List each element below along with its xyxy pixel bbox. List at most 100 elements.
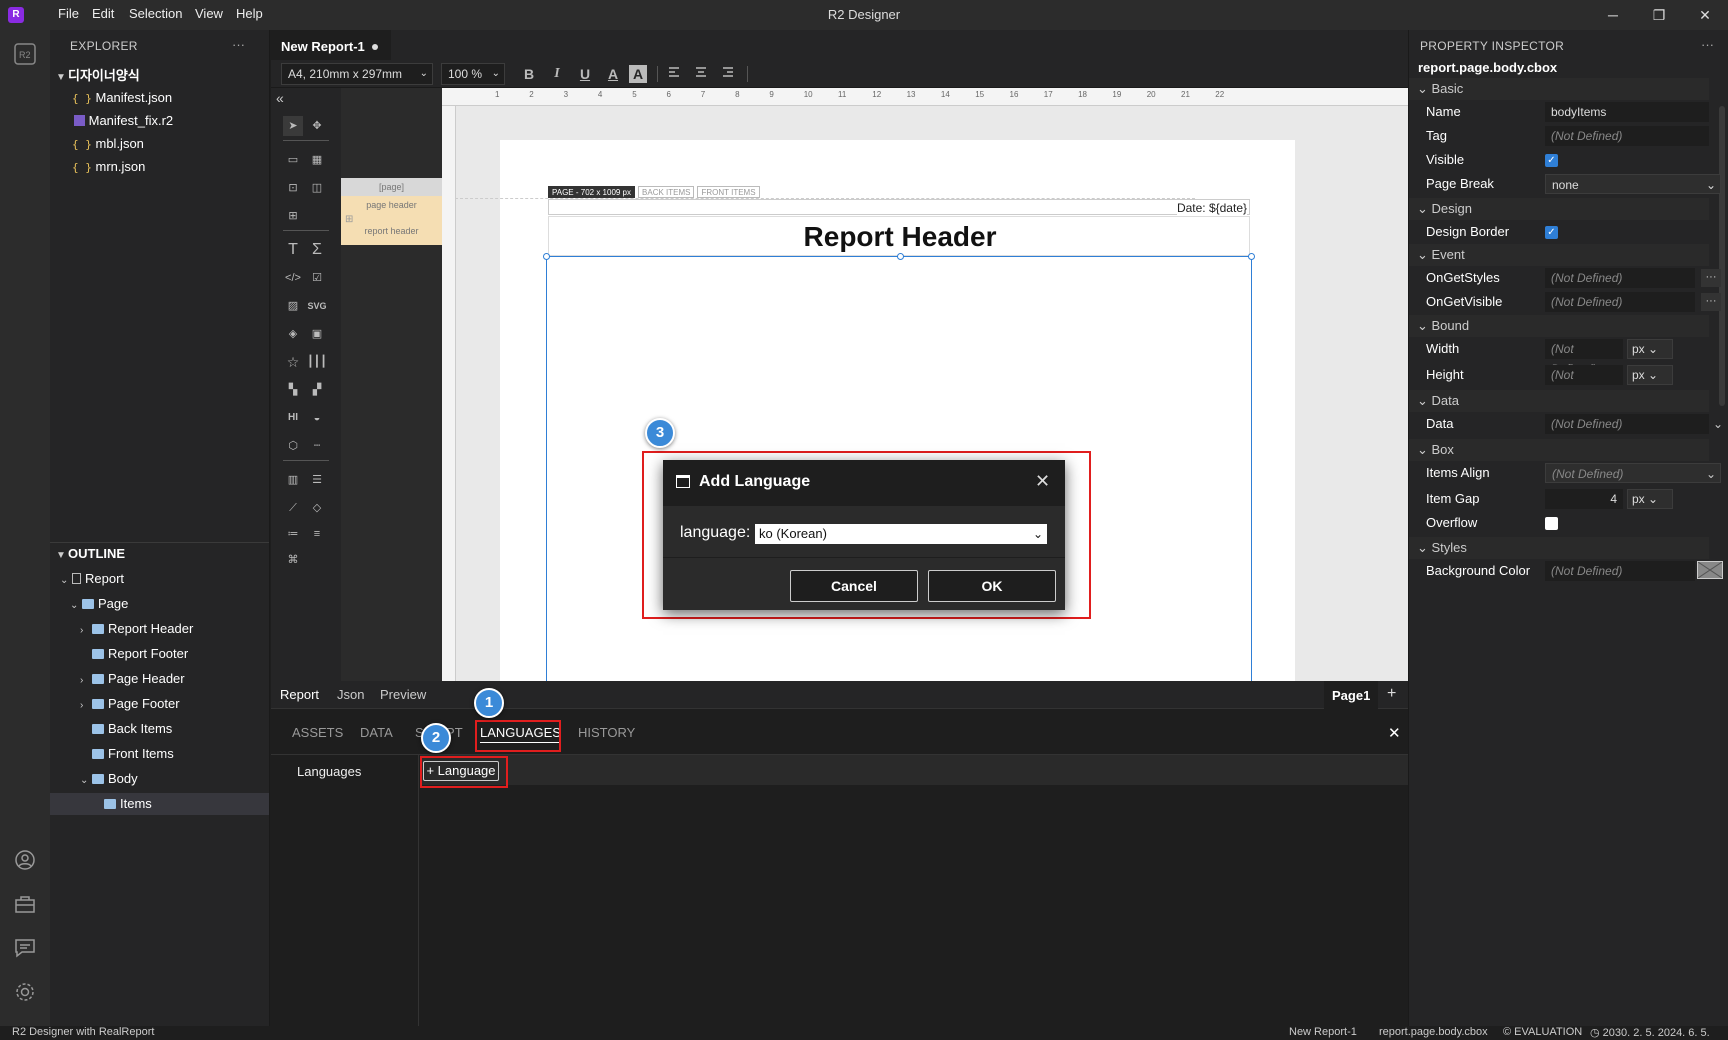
menu-file[interactable]: File [58,6,79,21]
resize-handle[interactable] [1248,253,1255,260]
width-unit-select[interactable]: px ⌄ [1627,339,1673,359]
summary-icon[interactable]: Σ [307,240,327,260]
pan-tool-icon[interactable]: ✥ [307,116,327,136]
add-page-button[interactable]: + [1387,685,1396,703]
band-icon[interactable]: ▭ [283,150,303,170]
on-get-visible-edit-button[interactable]: ··· [1701,293,1721,311]
section-box[interactable]: ⌄ Box [1409,439,1709,461]
outline-item-page[interactable]: ⌄ Page [70,593,128,615]
data-select[interactable]: (Not Defined) ⌄ [1545,414,1723,434]
line-icon[interactable]: ⟋ [283,498,303,518]
section-event[interactable]: ⌄ Event [1409,244,1709,266]
shapes-icon[interactable]: ◈ [283,324,303,344]
resize-handle[interactable] [543,253,550,260]
menu-help[interactable]: Help [236,6,263,21]
band-page[interactable]: [page] [341,178,442,196]
feedback-icon[interactable] [13,936,37,960]
star-icon[interactable]: ☆ [283,352,303,372]
checkbox-icon[interactable]: ☑ [307,268,327,288]
outline-item-report-header[interactable]: › Report Header [80,618,193,640]
outline-item-back-items[interactable]: Back Items [92,718,172,740]
report-header-band[interactable]: Report Header [548,216,1250,256]
tab-data[interactable]: DATA [360,725,393,740]
on-get-styles-input[interactable]: (Not Defined) [1545,268,1695,288]
inspector-scrollbar[interactable] [1719,106,1725,406]
select-pointer-icon[interactable]: ➤ [283,116,303,136]
dialog-close-button[interactable]: ✕ [1035,471,1050,492]
width-input[interactable]: (Not Defined) [1545,339,1623,376]
file-manifest-fix-r2[interactable]: Manifest_fix.r2 [74,110,173,132]
overflow-checkbox[interactable] [1545,517,1558,530]
bold-button[interactable]: B [519,64,539,84]
report-header-title[interactable]: Report Header [549,221,1251,253]
r2-logo-icon[interactable]: R2 [13,42,37,66]
expand-icon[interactable]: ⊞ [345,214,353,225]
qrcode-icon[interactable]: ▚ [283,380,303,400]
image-icon[interactable]: ▨ [283,296,303,316]
design-border-checkbox[interactable]: ✓ [1545,226,1558,239]
file-mbl-json[interactable]: { } mbl.json [72,133,144,155]
menu-view[interactable]: View [195,6,223,21]
align-left-icon[interactable] [665,64,685,84]
background-color-button[interactable]: A [629,65,647,83]
tree-icon[interactable]: ⌘ [283,550,303,570]
restore-button[interactable]: ❐ [1649,5,1669,25]
page-tab-page1[interactable]: Page1 [1324,681,1378,709]
on-get-visible-input[interactable]: (Not Defined) [1545,292,1695,312]
outline-item-front-items[interactable]: Front Items [92,743,174,765]
tab-new-report-1[interactable]: New Report-1 [271,30,391,60]
tab-history[interactable]: HISTORY [578,725,635,740]
item-gap-unit-select[interactable]: px ⌄ [1627,489,1673,509]
rows-icon[interactable]: ☰ [307,470,327,490]
settings-gear-icon[interactable] [13,980,37,1004]
view-tab-report[interactable]: Report [280,687,319,702]
columns-icon[interactable]: ▥ [283,470,303,490]
on-get-styles-edit-button[interactable]: ··· [1701,269,1721,287]
view-tab-json[interactable]: Json [337,687,364,702]
svg-icon[interactable]: SVG [307,296,327,316]
zoom-select[interactable]: 100 % ⌄ [441,63,505,85]
list-icon[interactable]: ≔ [283,524,303,544]
height-unit-select[interactable]: px ⌄ [1627,365,1673,385]
height-input[interactable]: (Not Defined) [1545,365,1623,402]
card-icon[interactable]: ▣ [307,324,327,344]
outline-item-body[interactable]: ⌄ Body [80,768,138,790]
section-bound[interactable]: ⌄ Bound [1409,315,1709,337]
tab-assets[interactable]: ASSETS [292,725,343,740]
file-manifest-json[interactable]: { } Manifest.json [72,87,172,109]
italic-button[interactable]: I [547,64,567,84]
band-headers[interactable]: page header ⊞ report header [341,196,442,245]
spacer-icon[interactable]: ┄ [307,436,327,456]
minimize-button[interactable]: ─ [1603,5,1623,25]
hichart-icon[interactable]: HI [283,408,303,428]
page-size-select[interactable]: A4, 210mm x 297mm ⌄ [281,63,433,85]
align-center-icon[interactable] [691,64,711,84]
close-window-button[interactable]: ✕ [1695,5,1715,25]
section-data[interactable]: ⌄ Data [1409,390,1709,412]
table-icon[interactable]: ⊞ [283,206,303,226]
list-box-icon[interactable]: ≡ [307,524,327,544]
outline-item-report-footer[interactable]: Report Footer [92,643,188,665]
file-mrn-json[interactable]: { } mrn.json [72,156,145,178]
language-select[interactable]: ko (Korean) ⌄ [755,524,1047,544]
page-header-band[interactable]: Date: ${date} [548,199,1250,215]
page-break-select[interactable]: none ⌄ [1545,174,1721,194]
page-split-icon[interactable]: ◫ [307,178,327,198]
cancel-button[interactable]: Cancel [790,570,918,602]
realchart-icon[interactable]: ◒ [307,408,327,428]
outline-header[interactable]: ▼ OUTLINE [56,543,125,565]
section-basic[interactable]: ⌄ Basic [1409,78,1709,100]
explorer-root-folder[interactable]: ▼ 디자이너양식 [56,65,140,87]
date-text-item[interactable]: Date: ${date} [1176,201,1247,215]
html5-icon[interactable]: ⬡ [283,436,303,456]
back-items-tab[interactable]: BACK ITEMS [638,186,695,198]
visible-checkbox[interactable]: ✓ [1545,154,1558,167]
menu-selection[interactable]: Selection [129,6,182,21]
inspector-more-button[interactable]: ··· [1701,37,1714,52]
layers-icon[interactable]: ◇ [307,498,327,518]
item-gap-input[interactable]: 4 [1545,489,1623,509]
resize-handle[interactable] [897,253,904,260]
section-design[interactable]: ⌄ Design [1409,198,1709,220]
outline-item-report[interactable]: ⌄ Report [60,568,124,590]
html-code-icon[interactable]: </> [283,268,303,288]
